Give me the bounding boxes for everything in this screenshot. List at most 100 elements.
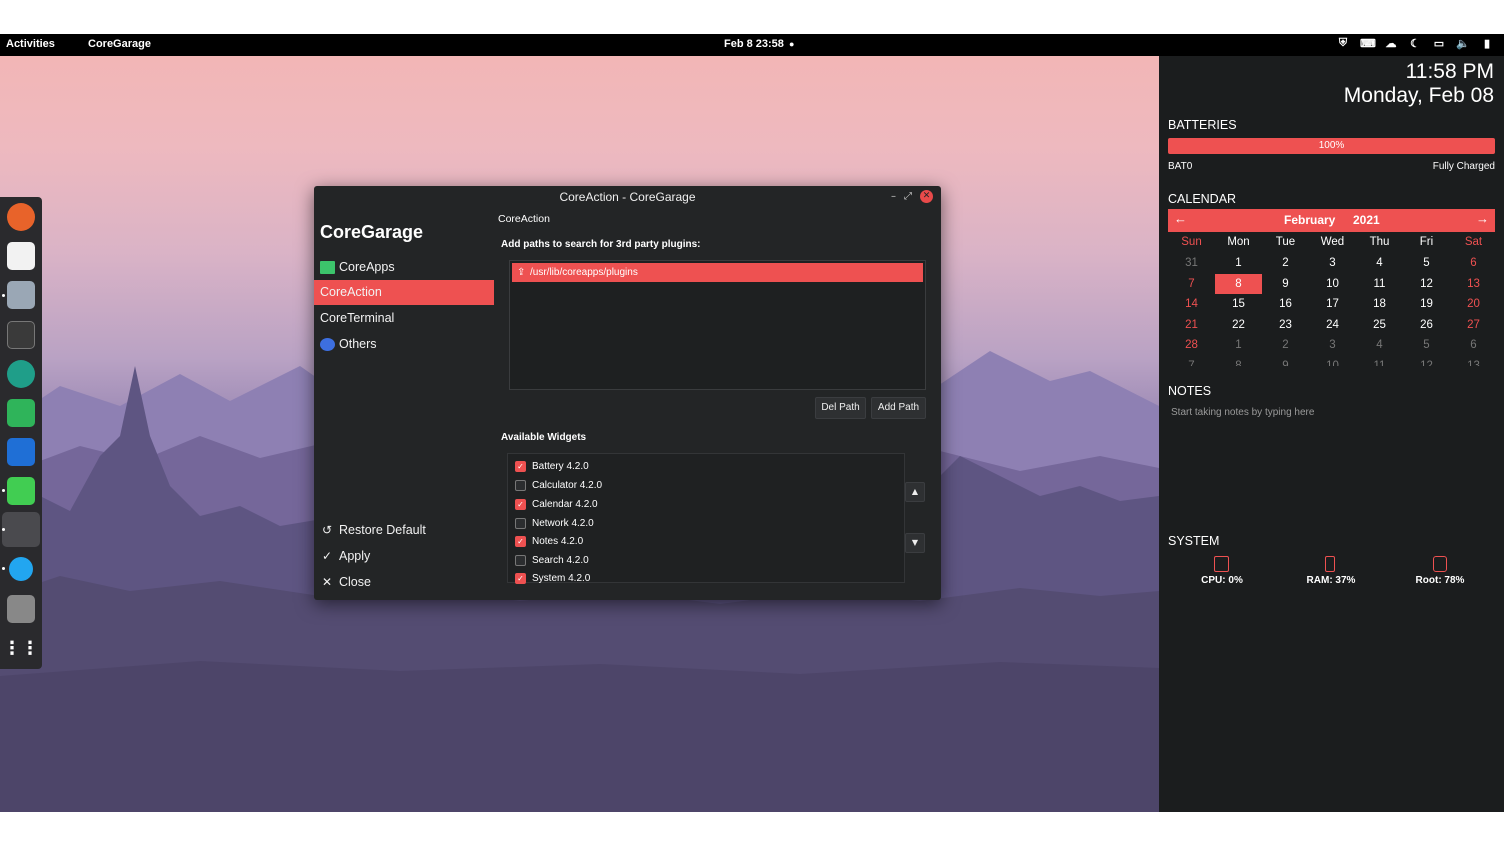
move-up-button[interactable]: ▲: [905, 482, 925, 502]
screen-icon[interactable]: ▭: [1432, 37, 1446, 50]
widget-search[interactable]: Search 4.2.0: [515, 552, 589, 568]
qt-creator-icon[interactable]: [7, 477, 35, 505]
calendar-day[interactable]: 5: [1403, 253, 1450, 273]
checkbox[interactable]: ✓: [515, 498, 526, 510]
calendar-day[interactable]: 12: [1403, 356, 1450, 367]
active-window-icon[interactable]: [2, 512, 40, 547]
calendar-day[interactable]: 28: [1168, 335, 1215, 355]
calendar-day[interactable]: 1: [1215, 335, 1262, 355]
calendar-month[interactable]: February: [1284, 213, 1335, 227]
calendar-day[interactable]: 23: [1262, 315, 1309, 335]
apply-button[interactable]: ✓ Apply: [322, 549, 370, 563]
calendar-day[interactable]: 19: [1403, 294, 1450, 314]
calendar-day[interactable]: 21: [1168, 315, 1215, 335]
screenshot-icon[interactable]: [7, 360, 35, 388]
calendar-day[interactable]: 7: [1168, 356, 1215, 367]
calendar-day[interactable]: 2: [1262, 253, 1309, 273]
next-month-button[interactable]: →: [1476, 211, 1489, 226]
messages-icon[interactable]: [9, 557, 33, 581]
widget-calculator[interactable]: Calculator 4.2.0: [515, 477, 602, 493]
calendar-day[interactable]: 1: [1215, 253, 1262, 273]
calendar-day[interactable]: 24: [1309, 315, 1356, 335]
clock[interactable]: Feb 8 23:58: [724, 38, 784, 50]
coreapps-icon[interactable]: [7, 399, 35, 427]
night-mode-icon[interactable]: ☾: [1408, 37, 1422, 50]
keyboard-icon[interactable]: ⌨: [1360, 37, 1376, 50]
minimize-button[interactable]: –: [891, 191, 896, 202]
calendar-day[interactable]: 15: [1215, 294, 1262, 314]
coregarage-blue-icon[interactable]: [7, 438, 35, 466]
calendar-day[interactable]: 14: [1168, 294, 1215, 314]
calendar-day[interactable]: 9: [1262, 274, 1309, 294]
calendar-year[interactable]: 2021: [1353, 213, 1380, 227]
calendar-day[interactable]: 8: [1215, 273, 1262, 294]
calendar-day[interactable]: 3: [1309, 335, 1356, 355]
calendar-day[interactable]: 25: [1356, 315, 1403, 335]
calendar-day[interactable]: 5: [1403, 335, 1450, 355]
volume-icon[interactable]: 🔈: [1456, 37, 1470, 50]
battery-icon[interactable]: ▮: [1480, 37, 1494, 50]
calendar-day[interactable]: 7: [1168, 274, 1215, 294]
widget-calendar[interactable]: ✓ Calendar 4.2.0: [515, 496, 598, 512]
path-row[interactable]: ⇪ /usr/lib/coreapps/plugins: [512, 263, 923, 282]
checkbox[interactable]: ✓: [515, 460, 526, 472]
nav-item-others[interactable]: Others: [314, 332, 494, 357]
calendar-day[interactable]: 27: [1450, 315, 1495, 335]
firefox-icon[interactable]: [7, 203, 35, 231]
calendar-day[interactable]: 22: [1215, 315, 1262, 335]
nav-item-coreterminal[interactable]: CoreTerminal: [314, 306, 494, 331]
activities-button[interactable]: Activities: [6, 38, 55, 50]
calendar-day[interactable]: 16: [1262, 294, 1309, 314]
calendar-day[interactable]: 31: [1168, 253, 1215, 273]
archive-manager-icon[interactable]: [7, 281, 35, 309]
calendar-day[interactable]: 10: [1309, 274, 1356, 294]
calendar-day[interactable]: 2: [1262, 335, 1309, 355]
nav-item-coreapps[interactable]: CoreApps: [314, 255, 494, 280]
shield-icon[interactable]: ⛨: [1336, 37, 1350, 50]
cloud-icon[interactable]: ☁: [1384, 37, 1398, 50]
calendar-day[interactable]: 8: [1215, 356, 1262, 367]
widget-notes[interactable]: ✓ Notes 4.2.0: [515, 533, 583, 549]
text-editor-icon[interactable]: [7, 242, 35, 270]
calendar-day[interactable]: 12: [1403, 274, 1450, 294]
calendar-day[interactable]: 26: [1403, 315, 1450, 335]
calendar-day[interactable]: 13: [1450, 356, 1495, 367]
calendar-day[interactable]: 6: [1450, 253, 1495, 273]
calendar-day[interactable]: 6: [1450, 335, 1495, 355]
calendar-day[interactable]: 11: [1356, 274, 1403, 294]
move-down-button[interactable]: ▼: [905, 533, 925, 553]
checkbox[interactable]: ✓: [515, 535, 526, 547]
calendar-day[interactable]: 10: [1309, 356, 1356, 367]
calendar-day[interactable]: 20: [1450, 294, 1495, 314]
widget-network[interactable]: Network 4.2.0: [515, 515, 594, 531]
checkbox[interactable]: [515, 517, 526, 529]
calendar-day[interactable]: 9: [1262, 356, 1309, 367]
widget-battery[interactable]: ✓ Battery 4.2.0: [515, 458, 589, 474]
calendar-day[interactable]: 13: [1450, 274, 1495, 294]
notes-input[interactable]: Start taking notes by typing here: [1171, 407, 1314, 418]
app-grid-icon[interactable]: ⋮⋮: [3, 634, 39, 662]
calendar-day[interactable]: 18: [1356, 294, 1403, 314]
plugin-path-list[interactable]: ⇪ /usr/lib/coreapps/plugins: [509, 260, 926, 390]
del-path-button[interactable]: Del Path: [815, 397, 866, 419]
system-tray[interactable]: ⛨ ⌨ ☁ ☾ ▭ 🔈 ▮: [1336, 37, 1494, 50]
calendar-day[interactable]: 17: [1309, 294, 1356, 314]
calendar-day[interactable]: 4: [1356, 253, 1403, 273]
checkbox[interactable]: [515, 479, 526, 491]
checkbox[interactable]: ✓: [515, 572, 526, 584]
trash-icon[interactable]: [7, 595, 35, 623]
nav-item-coreaction[interactable]: CoreAction: [314, 280, 494, 305]
close-window-button[interactable]: ✕: [920, 190, 933, 203]
terminal-icon[interactable]: [7, 321, 35, 349]
calendar-day[interactable]: 11: [1356, 356, 1403, 367]
close-button[interactable]: ✕ Close: [322, 575, 371, 589]
checkbox[interactable]: [515, 554, 526, 566]
prev-month-button[interactable]: ←: [1174, 211, 1187, 226]
calendar-day[interactable]: 4: [1356, 335, 1403, 355]
app-menu[interactable]: CoreGarage: [88, 38, 151, 50]
restore-default-button[interactable]: ↺ Restore Default: [322, 523, 426, 537]
calendar-day[interactable]: 3: [1309, 253, 1356, 273]
add-path-button[interactable]: Add Path: [871, 397, 926, 419]
restore-button[interactable]: ⤢: [904, 191, 912, 202]
widget-system[interactable]: ✓ System 4.2.0: [515, 570, 590, 586]
